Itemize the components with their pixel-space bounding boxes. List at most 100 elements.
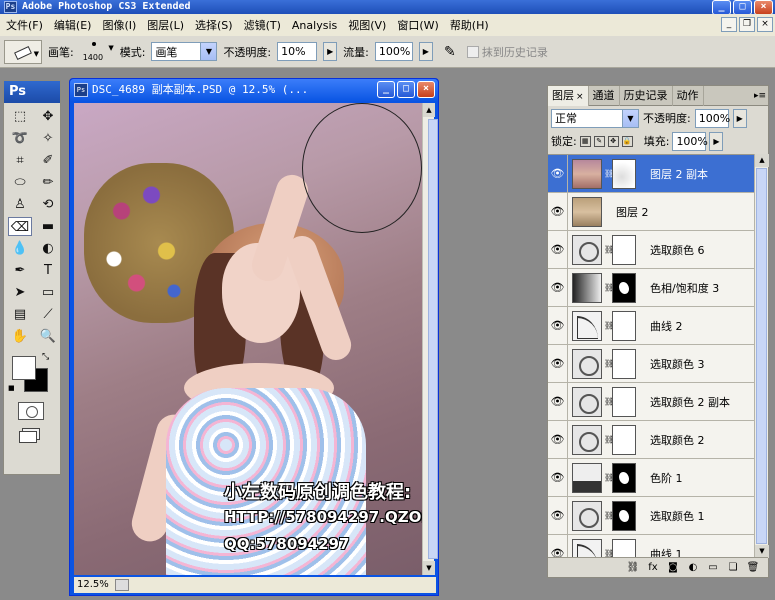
swap-colors-icon[interactable]: ⤡: [42, 352, 49, 362]
layer-row[interactable]: 👁 ⛓ 曲线 2: [548, 306, 756, 345]
move-icon[interactable]: ✥: [36, 107, 60, 126]
chain-icon[interactable]: ⛓: [604, 511, 614, 520]
menu-select[interactable]: 选择(S): [195, 17, 233, 33]
layer-mask-thumbnail[interactable]: [612, 538, 636, 558]
slice-icon[interactable]: ✐: [36, 151, 60, 170]
tab-actions[interactable]: 动作: [673, 86, 704, 106]
doc-win-maximize-button[interactable]: □: [397, 81, 415, 98]
folder-icon[interactable]: ▭: [706, 562, 720, 573]
chain-icon[interactable]: ⛓: [604, 473, 614, 482]
layer-row[interactable]: 👁 ⛓ 曲线 1: [548, 534, 756, 558]
scroll-down-icon[interactable]: ▼: [423, 561, 435, 575]
eye-icon[interactable]: 👁: [548, 306, 568, 345]
brush-picker[interactable]: 1400 ▼: [80, 38, 114, 66]
chain-icon[interactable]: ⛓: [604, 283, 614, 292]
tab-channels[interactable]: 通道: [589, 86, 620, 106]
erase-to-history-checkbox[interactable]: 抹到历史记录: [466, 44, 548, 60]
magic-wand-icon[interactable]: ✧: [36, 129, 60, 148]
layer-mask-thumbnail[interactable]: [612, 272, 636, 303]
layer-opacity-input[interactable]: 100%: [694, 108, 730, 128]
opacity-slider-button[interactable]: ▶: [323, 42, 338, 61]
history-brush-icon[interactable]: ⟲: [36, 195, 60, 214]
default-colors-icon[interactable]: ■: [8, 384, 15, 392]
stamp-icon[interactable]: ♙: [8, 195, 32, 214]
mode-select[interactable]: 画笔 ▼: [151, 42, 218, 61]
fill-slider-button[interactable]: ▶: [709, 131, 724, 151]
minimize-button[interactable]: _: [712, 0, 731, 15]
fx-icon[interactable]: fx: [646, 562, 660, 573]
layer-mask-thumbnail[interactable]: [612, 462, 636, 493]
vertical-scrollbar[interactable]: ▲ ▼: [422, 103, 438, 575]
eye-icon[interactable]: 👁: [548, 496, 568, 535]
chain-icon[interactable]: ⛓: [604, 435, 614, 444]
mask-icon[interactable]: ◙: [666, 562, 680, 573]
eye-icon[interactable]: 👁: [548, 534, 568, 558]
layer-row[interactable]: 👁 ⛓ 选取颜色 2: [548, 420, 756, 459]
eye-icon[interactable]: 👁: [548, 230, 568, 269]
shape-icon[interactable]: ▭: [36, 283, 60, 302]
close-button[interactable]: ×: [754, 0, 773, 15]
fill-input[interactable]: 100%: [672, 131, 708, 151]
layer-row[interactable]: 👁 ⛓ 选取颜色 6: [548, 230, 756, 269]
dodge-icon[interactable]: ◐: [36, 239, 60, 258]
healing-icon[interactable]: ⬭: [8, 173, 32, 192]
status-menu-icon[interactable]: [114, 579, 129, 591]
doc-win-close-button[interactable]: ×: [417, 81, 435, 98]
type-icon[interactable]: T: [36, 261, 60, 280]
scroll-up-icon[interactable]: ▲: [423, 103, 435, 117]
new-layer-icon[interactable]: ❏: [726, 562, 740, 573]
chain-icon[interactable]: ⛓: [604, 359, 614, 368]
eye-icon[interactable]: 👁: [548, 458, 568, 497]
pen-icon[interactable]: ✒: [8, 261, 32, 280]
menu-help[interactable]: 帮助(H): [450, 17, 489, 33]
chain-icon[interactable]: ⛓: [604, 169, 614, 178]
menu-image[interactable]: 图像(I): [102, 17, 136, 33]
layer-mask-thumbnail[interactable]: [612, 500, 636, 531]
layer-mask-thumbnail[interactable]: [612, 424, 636, 455]
canvas-image[interactable]: 小左数码原创调色教程: HTTP://578094297.QZONE.QQ.CO…: [74, 103, 422, 575]
blur-icon[interactable]: 💧: [8, 239, 32, 258]
layer-mask-thumbnail[interactable]: [612, 234, 636, 265]
tool-preset-picker[interactable]: ▼: [4, 39, 42, 64]
layer-row[interactable]: 👁 ⛓ 选取颜色 2 副本: [548, 382, 756, 421]
eye-icon[interactable]: 👁: [548, 155, 568, 193]
scroll-thumb[interactable]: [756, 168, 767, 544]
menu-edit[interactable]: 编辑(E): [54, 17, 92, 33]
brush-icon[interactable]: ✏: [36, 173, 60, 192]
lock-pixels-icon[interactable]: ✎: [593, 135, 605, 147]
eyedropper-icon[interactable]: ⟋: [36, 305, 60, 324]
blend-mode-select[interactable]: 正常 ▼: [551, 108, 639, 128]
layer-row[interactable]: 👁 ⛓ 选取颜色 3: [548, 344, 756, 383]
layer-row[interactable]: 👁 ⛓ 色阶 1: [548, 458, 756, 497]
layer-mask-thumbnail[interactable]: [612, 158, 636, 189]
panel-menu-icon[interactable]: ▸≡: [752, 86, 768, 105]
link-icon[interactable]: ⛓: [626, 562, 640, 573]
eye-icon[interactable]: 👁: [548, 420, 568, 459]
eye-icon[interactable]: 👁: [548, 268, 568, 307]
eraser-icon[interactable]: ⌫: [8, 217, 32, 236]
doc-minimize-button[interactable]: _: [721, 17, 737, 32]
menu-window[interactable]: 窗口(W): [397, 17, 438, 33]
layer-mask-thumbnail[interactable]: [612, 348, 636, 379]
zoom-icon[interactable]: 🔍: [36, 327, 60, 346]
crop-icon[interactable]: ⌗: [8, 151, 32, 170]
lock-transparency-icon[interactable]: ▦: [579, 135, 591, 147]
tab-history[interactable]: 历史记录: [620, 86, 673, 106]
chain-icon[interactable]: ⛓: [604, 245, 614, 254]
doc-close-button[interactable]: ×: [757, 17, 773, 32]
maximize-button[interactable]: □: [733, 0, 752, 15]
screen-mode-button[interactable]: [16, 426, 46, 444]
layer-row[interactable]: 👁 图层 2: [548, 192, 756, 231]
lock-position-icon[interactable]: ✥: [607, 135, 619, 147]
menu-file[interactable]: 文件(F): [6, 17, 43, 33]
layer-mask-thumbnail[interactable]: [612, 310, 636, 341]
chain-icon[interactable]: ⛓: [604, 397, 614, 406]
scroll-up-icon[interactable]: ▲: [755, 154, 769, 167]
lasso-icon[interactable]: ➰: [8, 129, 32, 148]
menu-layer[interactable]: 图层(L): [147, 17, 184, 33]
notes-icon[interactable]: ▤: [8, 305, 32, 324]
eye-icon[interactable]: 👁: [548, 382, 568, 421]
tab-layers[interactable]: 图层 ×: [548, 86, 589, 106]
opacity-input[interactable]: 10%: [277, 42, 318, 61]
foreground-color[interactable]: [12, 356, 36, 380]
